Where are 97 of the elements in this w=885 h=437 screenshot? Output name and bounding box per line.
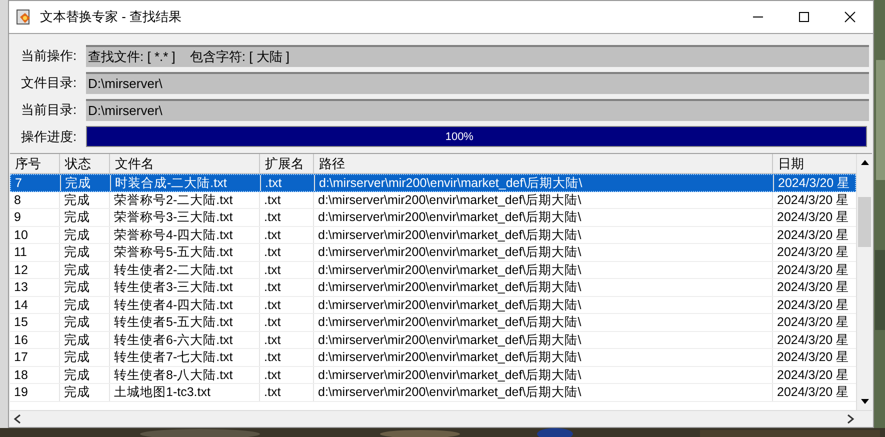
table-row[interactable]: 7 完成 时装合成-二大陆.txt .txt d:\mirserver\mir200\envir\market_def\后期大陆\ 2024/3/20 星 [10,174,856,192]
table-cell: .txt [260,332,314,348]
table-cell: .txt [260,279,314,296]
table-cell: 荣誉称号2-二大陆.txt [110,192,260,208]
table-cell: d:\mirserver\mir200\envir\market_def\后期大陆\ [314,192,773,208]
table-cell: 18 [10,366,60,383]
table-cell: d:\mirserver\mir200\envir\market_def\后期大陆\ [314,296,773,313]
table-cell: 7 [11,175,61,190]
table-cell: 完成 [60,332,110,348]
column-header[interactable]: 路径 [314,154,773,173]
table-cell: 15 [10,314,60,330]
progress-reading: 100% [445,130,474,145]
table-row[interactable]: 12 完成 转生使者2-二大陆.txt .txt d:\mirserver\mir200\envir\market_def\后期大陆\ 2024/3/20 星 [10,262,856,279]
table-cell: 转生使者3-三大陆.txt [110,279,260,296]
vertical-scrollbar[interactable] [856,154,872,410]
table-cell: .txt [261,175,315,190]
column-header[interactable]: 序号 [10,154,60,173]
readonly-field: D:\mirserver\ [86,72,869,94]
readonly-field: 查找文件: [ *.* ] 包含字符: [ 大陆 ] [86,45,869,67]
table-cell: 转生使者7-七大陆.txt [110,349,260,366]
table-cell: 9 [10,209,60,226]
table-cell: 19 [10,384,60,400]
table-cell: 转生使者8-八大陆.txt [110,366,260,383]
table-row[interactable]: 19 完成 土城地图1-tc3.txt .txt d:\mirserver\mir200\envir\market_def\后期大陆\ 2024/3/20 星 [10,384,856,402]
table-row[interactable]: 11 完成 荣誉称号5-五大陆.txt .txt d:\mirserver\mir200\envir\market_def\后期大陆\ 2024/3/20 星 [10,244,856,262]
table-cell: 荣誉称号4-四大陆.txt [110,226,260,243]
table-cell: .txt [260,244,314,260]
table-cell: d:\mirserver\mir200\envir\market_def\后期大陆\ [314,349,773,366]
table-cell: 转生使者5-五大陆.txt [110,314,260,330]
table-cell: .txt [260,314,314,330]
table-cell: 17 [10,349,60,366]
table-cell: 转生使者6-六大陆.txt [110,332,260,348]
window-title: 文本替换专家 - 查找结果 [40,8,182,26]
table-cell: d:\mirserver\mir200\envir\market_def\后期大陆\ [314,226,773,243]
horizontal-scrollbar[interactable] [10,410,872,427]
table-cell: 完成 [60,262,110,278]
table-row[interactable]: 10 完成 荣誉称号4-四大陆.txt .txt d:\mirserver\mir200\envir\market_def\后期大陆\ 2024/3/20 星 [10,226,856,244]
readonly-field: D:\mirserver\ [86,99,869,121]
table-row[interactable]: 16 完成 转生使者6-六大陆.txt .txt d:\mirserver\mir200\envir\market_def\后期大陆\ 2024/3/20 星 [10,332,856,349]
table-row[interactable]: 9 完成 荣誉称号3-三大陆.txt .txt d:\mirserver\mir200\envir\market_def\后期大陆\ 2024/3/20 星 [10,209,856,226]
table-cell: 完成 [60,366,110,383]
column-header[interactable]: 文件名 [110,154,260,173]
table-cell: 完成 [60,384,110,400]
table-cell: 荣誉称号3-三大陆.txt [110,209,260,226]
column-header[interactable]: 扩展名 [260,154,314,173]
table-row[interactable]: 13 完成 转生使者3-三大陆.txt .txt d:\mirserver\mir200\envir\market_def\后期大陆\ 2024/3/20 星 [10,279,856,296]
maximize-icon [798,11,810,23]
table-cell: d:\mirserver\mir200\envir\market_def\后期大陆\ [314,366,773,383]
table-row[interactable]: 18 完成 转生使者8-八大陆.txt .txt d:\mirserver\mir200\envir\market_def\后期大陆\ 2024/3/20 星 [10,366,856,384]
table-cell: 8 [10,192,60,208]
table-cell: d:\mirserver\mir200\envir\market_def\后期大陆\ [314,279,773,296]
table-cell: .txt [260,226,314,243]
table-cell: d:\mirserver\mir200\envir\market_def\后期大陆\ [314,314,773,330]
table-row[interactable]: 17 完成 转生使者7-七大陆.txt .txt d:\mirserver\mir200\envir\market_def\后期大陆\ 2024/3/20 星 [10,349,856,366]
table-cell: 完成 [61,175,111,190]
table-cell: 完成 [60,209,110,226]
table-cell: d:\mirserver\mir200\envir\market_def\后期大陆\ [314,262,773,278]
table-cell: 14 [10,296,60,313]
table-cell: 完成 [60,349,110,366]
table-cell: .txt [260,384,314,400]
table-cell: 完成 [60,279,110,296]
scroll-thumb[interactable] [858,197,871,247]
table-row[interactable]: 8 完成 荣誉称号2-二大陆.txt .txt d:\mirserver\mir200\envir\market_def\后期大陆\ 2024/3/20 星 [10,192,856,209]
table-cell: 12 [10,262,60,278]
table-cell: 16 [10,332,60,348]
table-cell: 时装合成-二大陆.txt [111,175,261,190]
table-cell: 转生使者2-二大陆.txt [110,262,260,278]
table-cell: .txt [260,296,314,313]
table-cell: d:\mirserver\mir200\envir\market_def\后期大陆\ [314,244,773,260]
table-cell: .txt [260,192,314,208]
close-icon [844,11,856,23]
table-cell: 完成 [60,244,110,260]
table-cell: 转生使者4-四大陆.txt [110,296,260,313]
table-cell: .txt [260,349,314,366]
table-cell: .txt [260,262,314,278]
field-label: 操作进度: [21,128,78,146]
table-row[interactable]: 15 完成 转生使者5-五大陆.txt .txt d:\mirserver\mir200\envir\market_def\后期大陆\ 2024/3/20 星 [10,314,856,332]
table-cell: 土城地图1-tc3.txt [110,384,260,400]
field-label: 当前操作: [21,47,78,66]
table-cell: d:\mirserver\mir200\envir\market_def\后期大陆\ [314,384,773,400]
table-cell: d:\mirserver\mir200\envir\market_def\后期大陆\ [314,209,773,226]
table-cell: .txt [260,209,314,226]
field-label: 文件目录: [21,74,78,92]
table-cell: 完成 [60,226,110,243]
table-row[interactable]: 14 完成 转生使者4-四大陆.txt .txt d:\mirserver\mir200\envir\market_def\后期大陆\ 2024/3/20 星 [10,296,856,314]
table-cell: 13 [10,279,60,296]
table-cell: 完成 [60,314,110,330]
field-label: 当前目录: [21,101,78,120]
table-cell: 荣誉称号5-五大陆.txt [110,244,260,260]
column-header[interactable]: 状态 [60,154,110,173]
table-cell: 完成 [60,296,110,313]
table-cell: 10 [10,226,60,243]
table-cell: 11 [10,244,60,260]
table-cell: d:\mirserver\mir200\envir\market_def\后期大陆\ [315,175,774,190]
table-cell: d:\mirserver\mir200\envir\market_def\后期大陆\ [314,332,773,348]
table-cell: .txt [260,366,314,383]
table-cell: 完成 [60,192,110,208]
